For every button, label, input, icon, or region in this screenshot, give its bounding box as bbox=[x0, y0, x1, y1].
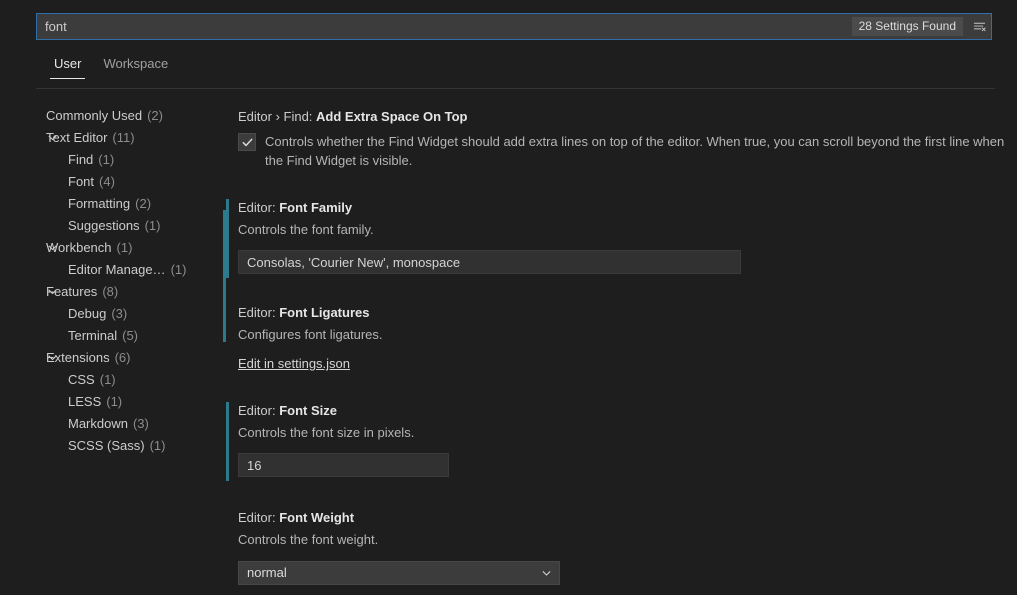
setting-category: Editor: bbox=[238, 510, 279, 525]
chevron-down-icon[interactable] bbox=[44, 129, 60, 145]
sidebar-item-count: (1) bbox=[106, 394, 122, 409]
setting-description: Configures font ligatures. bbox=[238, 325, 996, 344]
setting-name: Add Extra Space On Top bbox=[316, 109, 467, 124]
setting-description: Controls the font family. bbox=[238, 220, 996, 239]
input-font-family[interactable] bbox=[238, 250, 741, 274]
sidebar-item-label: Debug bbox=[68, 306, 106, 321]
select-font-weight-wrap: normalbold100200300400500600700800900 bbox=[238, 561, 560, 585]
checkbox-add-extra-space-on-top[interactable] bbox=[238, 133, 256, 151]
sidebar-item-label: CSS bbox=[68, 372, 95, 387]
sidebar-item-label: Find bbox=[68, 152, 93, 167]
sidebar-item-label: Commonly Used bbox=[46, 108, 142, 123]
setting-row-font-size: Editor: Font Size Controls the font size… bbox=[226, 402, 1017, 481]
setting-description: Controls the font size in pixels. bbox=[238, 423, 996, 442]
setting-control-row: Controls whether the Find Widget should … bbox=[238, 132, 1017, 170]
setting-title: Editor: Font Ligatures bbox=[238, 304, 1017, 322]
tab-workspace[interactable]: Workspace bbox=[93, 55, 178, 79]
sidebar-item-label: LESS bbox=[68, 394, 101, 409]
setting-row-font-weight: Editor: Font Weight Controls the font we… bbox=[226, 509, 1017, 585]
sidebar-item-text-editor[interactable]: Text Editor (11) bbox=[0, 126, 226, 148]
sidebar-item-count: (1) bbox=[171, 262, 187, 277]
sidebar-item-count: (2) bbox=[135, 196, 151, 211]
sidebar-item-label: SCSS (Sass) bbox=[68, 438, 145, 453]
sidebar-item-find[interactable]: Find (1) bbox=[0, 148, 226, 170]
sidebar-item-label: Suggestions bbox=[68, 218, 140, 233]
sidebar-item-count: (1) bbox=[145, 218, 161, 233]
setting-title: Editor: Font Family bbox=[238, 199, 1017, 217]
sidebar-item-formatting[interactable]: Formatting (2) bbox=[0, 192, 226, 214]
sidebar-item-scss-sass[interactable]: SCSS (Sass) (1) bbox=[0, 434, 226, 456]
sidebar-item-features[interactable]: Features (8) bbox=[0, 280, 226, 302]
chevron-down-icon[interactable] bbox=[44, 239, 60, 255]
sidebar-item-workbench[interactable]: Workbench (1) bbox=[0, 236, 226, 258]
setting-row-font-ligatures: Editor: Font Ligatures Configures font l… bbox=[226, 304, 1017, 373]
setting-row-font-family: Editor: Font Family Controls the font fa… bbox=[226, 199, 1017, 278]
setting-name: Font Size bbox=[279, 403, 337, 418]
setting-name: Font Ligatures bbox=[279, 305, 369, 320]
sidebar-item-label: Formatting bbox=[68, 196, 130, 211]
sidebar-item-less[interactable]: LESS (1) bbox=[0, 390, 226, 412]
setting-category: Editor: bbox=[238, 200, 279, 215]
sidebar-item-font[interactable]: Font (4) bbox=[0, 170, 226, 192]
setting-description: Controls whether the Find Widget should … bbox=[265, 132, 1017, 170]
sidebar-item-extensions[interactable]: Extensions (6) bbox=[0, 346, 226, 368]
settings-tabs-row: User Workspace bbox=[0, 55, 1017, 89]
sidebar-item-count: (3) bbox=[111, 306, 127, 321]
settings-search-box[interactable]: 28 Settings Found bbox=[36, 13, 992, 40]
sidebar-item-label: Terminal bbox=[68, 328, 117, 343]
setting-name: Font Family bbox=[279, 200, 352, 215]
sidebar-item-debug[interactable]: Debug (3) bbox=[0, 302, 226, 324]
setting-title: Editor: Font Size bbox=[238, 402, 1017, 420]
sidebar-item-commonly-used[interactable]: Commonly Used (2) bbox=[0, 104, 226, 126]
tab-user[interactable]: User bbox=[44, 55, 91, 79]
settings-search-row: 28 Settings Found bbox=[0, 0, 1017, 52]
sidebar-item-count: (2) bbox=[147, 108, 163, 123]
setting-description: Controls the font weight. bbox=[238, 530, 996, 549]
sidebar-item-css[interactable]: CSS (1) bbox=[0, 368, 226, 390]
tabs-divider bbox=[36, 88, 995, 89]
sidebar-item-count: (3) bbox=[133, 416, 149, 431]
setting-category: Editor › Find: bbox=[238, 109, 316, 124]
sidebar-item-markdown[interactable]: Markdown (3) bbox=[0, 412, 226, 434]
sidebar-item-label: Editor Manage… bbox=[68, 262, 166, 277]
edit-in-settings-json-link[interactable]: Edit in settings.json bbox=[238, 356, 350, 371]
sidebar-item-count: (1) bbox=[98, 152, 114, 167]
setting-title: Editor: Font Weight bbox=[238, 509, 1017, 527]
settings-list: Editor › Find: Add Extra Space On Top Co… bbox=[226, 94, 1017, 595]
setting-category: Editor: bbox=[238, 403, 279, 418]
settings-tabs: User Workspace bbox=[44, 55, 1017, 89]
clear-filter-icon[interactable] bbox=[967, 14, 991, 39]
chevron-down-icon[interactable] bbox=[44, 283, 60, 299]
settings-toc: Commonly Used (2) Text Editor (11) Find … bbox=[0, 94, 226, 595]
sidebar-item-suggestions[interactable]: Suggestions (1) bbox=[0, 214, 226, 236]
sidebar-item-count: (6) bbox=[115, 350, 131, 365]
settings-search-input[interactable] bbox=[45, 14, 852, 39]
chevron-down-icon[interactable] bbox=[44, 349, 60, 365]
sidebar-item-label: Font bbox=[68, 174, 94, 189]
input-font-size[interactable] bbox=[238, 453, 449, 477]
sidebar-item-count: (1) bbox=[117, 240, 133, 255]
setting-title: Editor › Find: Add Extra Space On Top bbox=[238, 108, 1017, 126]
setting-category: Editor: bbox=[238, 305, 279, 320]
sidebar-item-count: (8) bbox=[102, 284, 118, 299]
setting-row-add-extra-space-on-top: Editor › Find: Add Extra Space On Top Co… bbox=[226, 94, 1017, 170]
sidebar-item-count: (5) bbox=[122, 328, 138, 343]
sidebar-item-label: Markdown bbox=[68, 416, 128, 431]
sidebar-item-count: (11) bbox=[112, 130, 134, 145]
sidebar-item-count: (1) bbox=[150, 438, 166, 453]
sidebar-item-terminal[interactable]: Terminal (5) bbox=[0, 324, 226, 346]
setting-name: Font Weight bbox=[279, 510, 354, 525]
sidebar-item-editor-management[interactable]: Editor Manage… (1) bbox=[0, 258, 226, 280]
settings-editor: 28 Settings Found User Work bbox=[0, 0, 1017, 595]
sidebar-item-count: (1) bbox=[100, 372, 116, 387]
settings-found-badge: 28 Settings Found bbox=[852, 17, 963, 36]
settings-body: Commonly Used (2) Text Editor (11) Find … bbox=[0, 94, 1017, 595]
sidebar-item-count: (4) bbox=[99, 174, 115, 189]
select-font-weight[interactable]: normalbold100200300400500600700800900 bbox=[238, 561, 560, 585]
